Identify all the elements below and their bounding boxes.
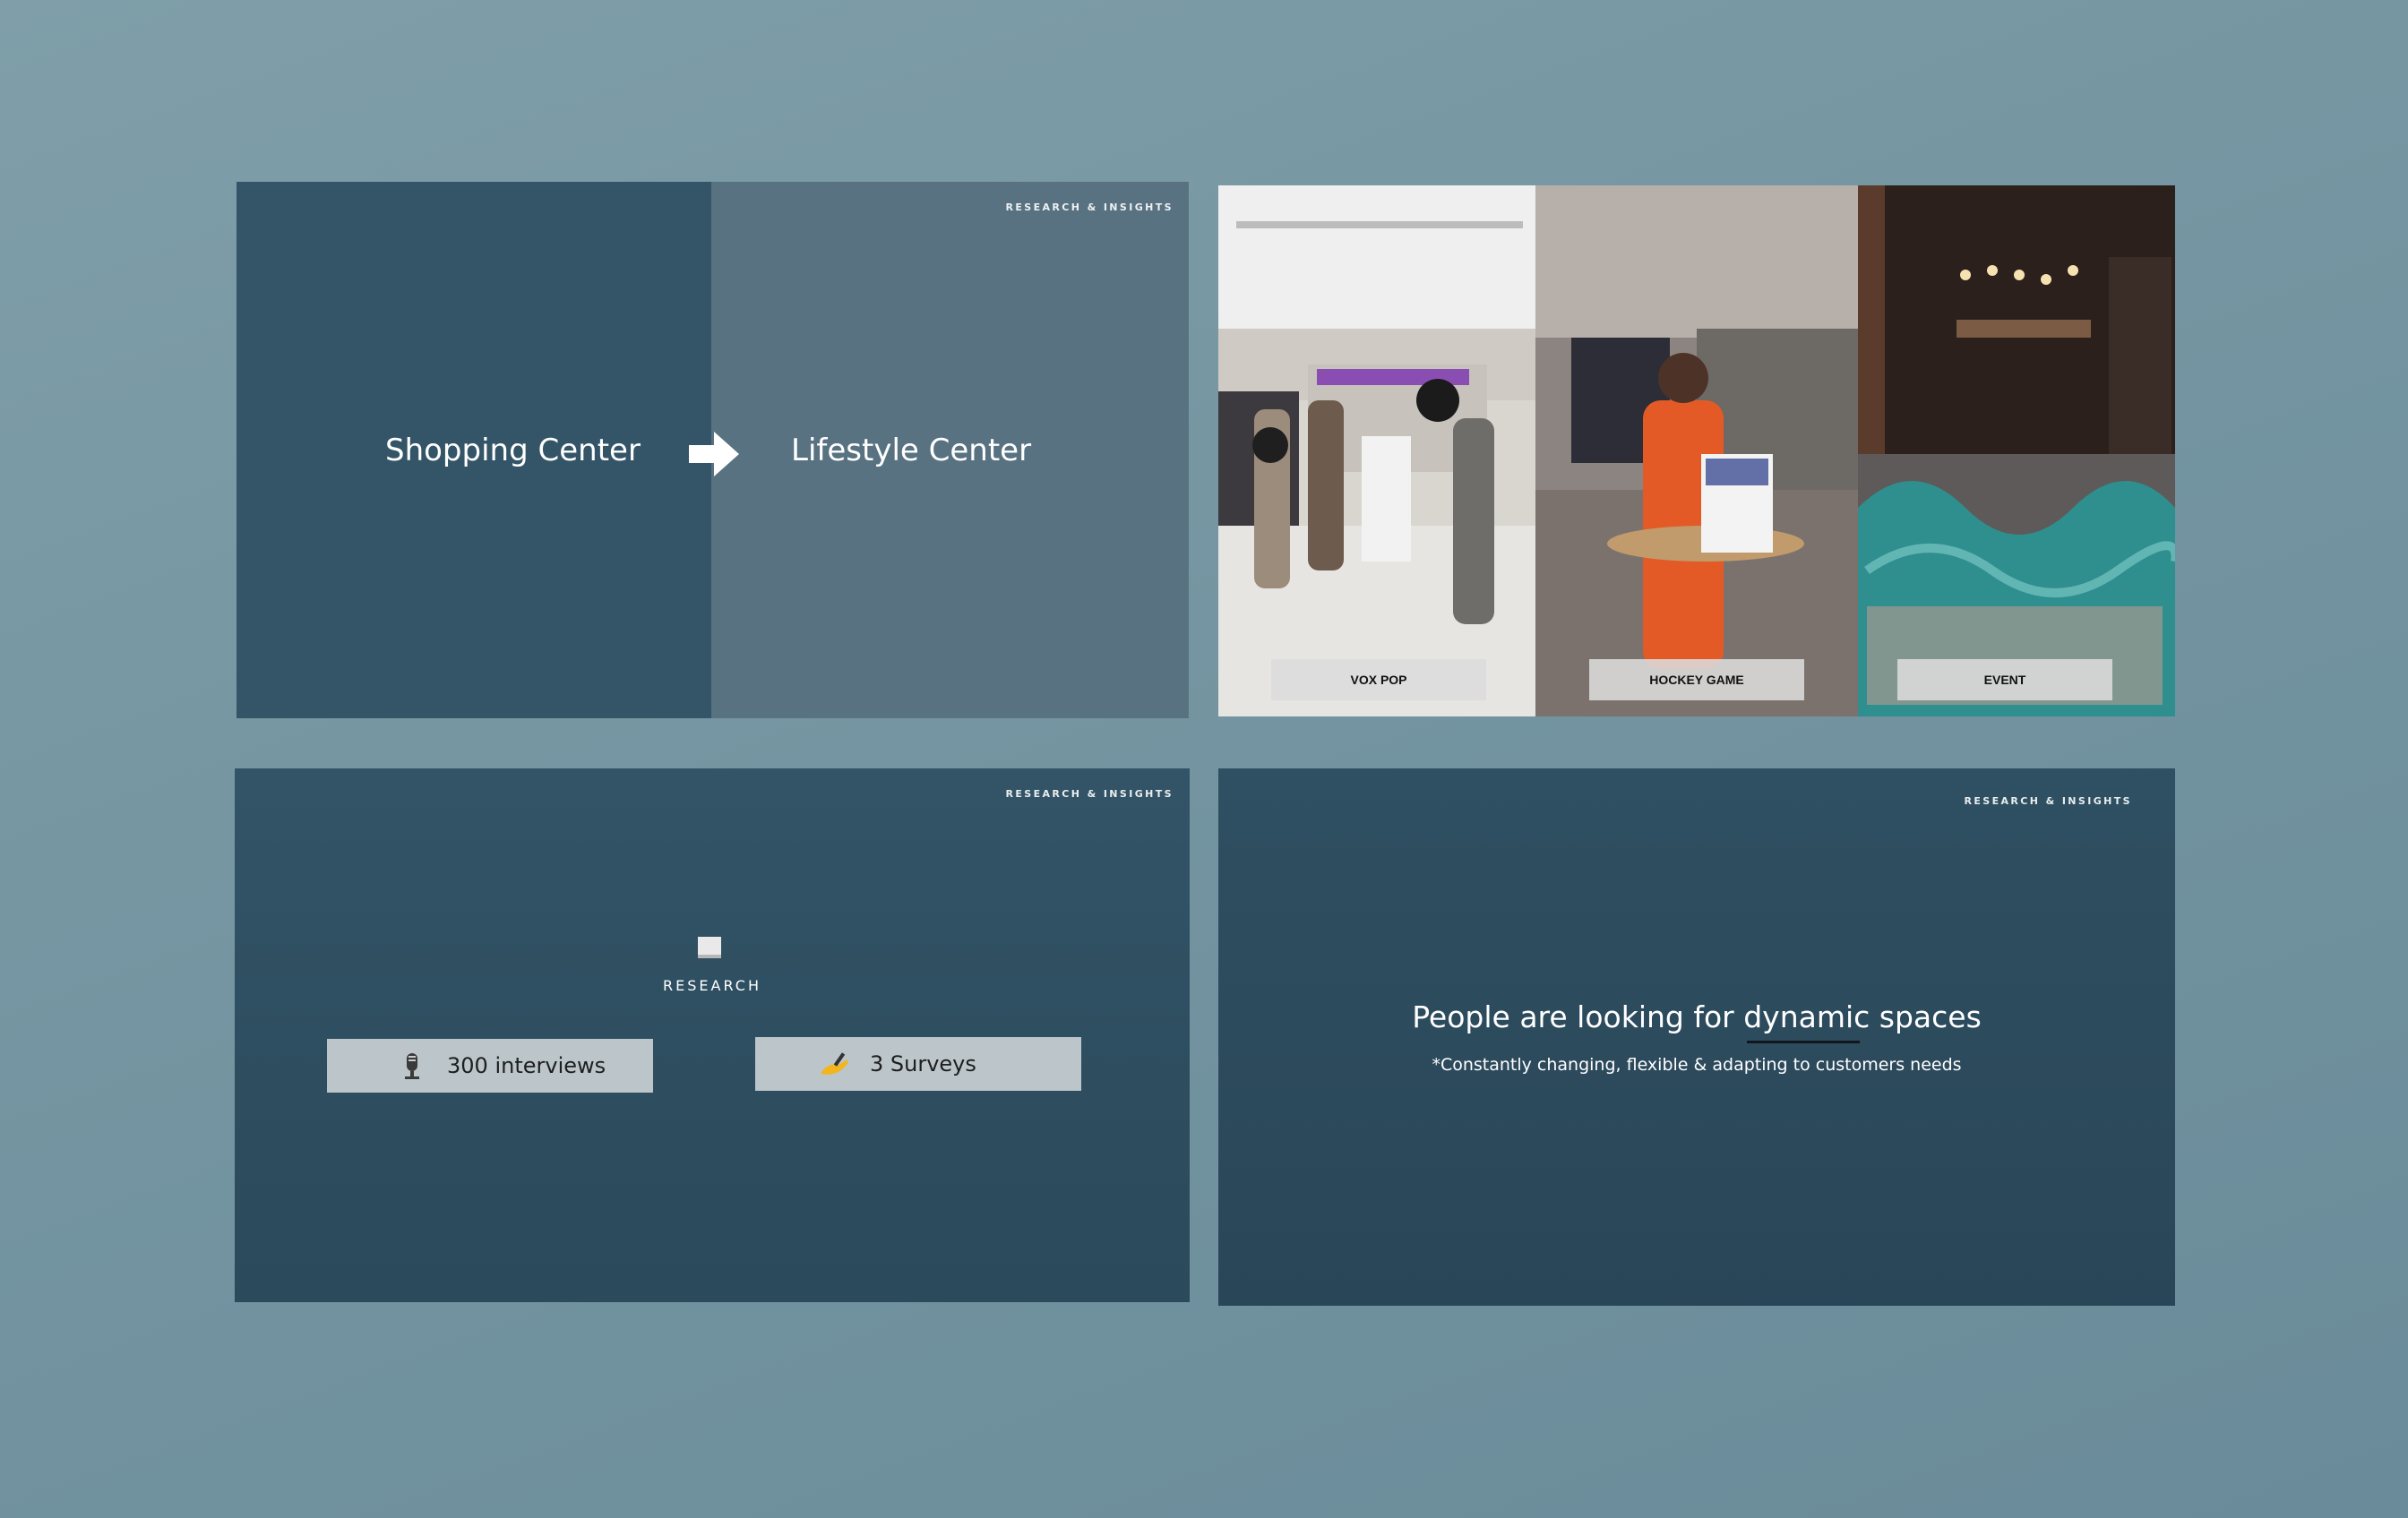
interviews-stat: 300 interviews <box>327 1039 653 1093</box>
writing-hand-icon <box>821 1052 848 1075</box>
subheadline: *Constantly changing, flexible & adaptin… <box>1432 1055 1962 1075</box>
to-label: Lifestyle Center <box>791 433 1032 468</box>
vox-pop-photo: VOX POP <box>1218 185 1535 716</box>
microphone-icon <box>405 1053 419 1079</box>
research-caption: RESEARCH <box>663 977 761 994</box>
slide-dynamic-spaces: RESEARCH & INSIGHTS People are looking f… <box>1218 768 2175 1306</box>
from-label: Shopping Center <box>385 433 641 468</box>
right-arrow-icon <box>689 432 739 476</box>
slide-research: RESEARCH & INSIGHTS RESEARCH 300 intervi… <box>235 768 1190 1302</box>
slide-shopping-to-lifestyle: RESEARCH & INSIGHTS Shopping Center Life… <box>236 182 1189 718</box>
photo-label: HOCKEY GAME <box>1589 659 1804 700</box>
interviews-label: 300 interviews <box>447 1053 606 1078</box>
surveys-stat: 3 Surveys <box>755 1037 1081 1091</box>
photo-label: VOX POP <box>1271 659 1486 700</box>
section-tag: RESEARCH & INSIGHTS <box>1005 202 1174 213</box>
section-tag: RESEARCH & INSIGHTS <box>1005 788 1174 800</box>
headline-underline <box>1747 1041 1860 1043</box>
slide-photo-collage: VOX POP HOCKEY GAME EVENT <box>1218 185 2175 716</box>
headline: People are looking for dynamic spaces <box>1412 999 1982 1034</box>
clipboard-icon <box>698 937 721 958</box>
hockey-game-photo: HOCKEY GAME <box>1535 185 1858 716</box>
event-photo: EVENT <box>1858 185 2175 716</box>
section-tag: RESEARCH & INSIGHTS <box>1964 795 2132 807</box>
photo-label: EVENT <box>1897 659 2112 700</box>
surveys-label: 3 Surveys <box>870 1051 976 1076</box>
